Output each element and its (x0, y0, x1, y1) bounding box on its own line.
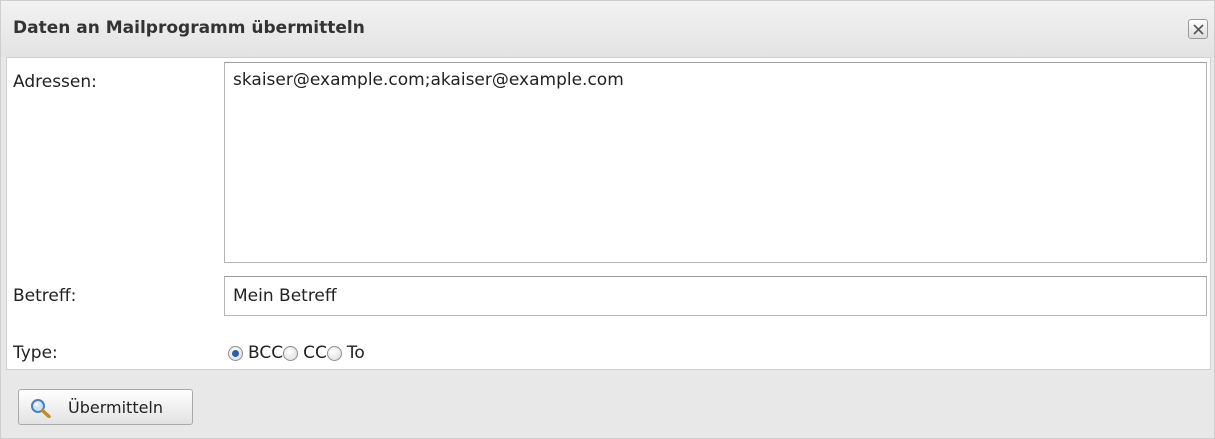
radio-cc[interactable]: CC (283, 343, 327, 363)
submit-button[interactable]: Übermitteln (18, 389, 193, 425)
magnifier-icon (30, 398, 52, 422)
addresses-label: Adressen: (13, 72, 97, 92)
type-label: Type: (13, 343, 58, 363)
radio-cc-label: CC (303, 343, 327, 363)
radio-to-circle[interactable] (326, 345, 342, 361)
type-radio-group: BCC CC To (228, 342, 365, 364)
dialog-titlebar[interactable]: Daten an Mailprogramm übermitteln (1, 1, 1214, 57)
radio-bcc-label: BCC (248, 343, 284, 363)
submit-button-label: Übermitteln (68, 398, 164, 417)
addresses-textarea[interactable]: skaiser@example.com;akaiser@example.com (224, 62, 1207, 263)
subject-label: Betreff: (13, 286, 77, 306)
radio-to[interactable]: To (326, 343, 365, 363)
dialog-title: Daten an Mailprogramm übermitteln (13, 18, 365, 38)
radio-to-label: To (346, 343, 365, 363)
mail-dialog: Daten an Mailprogramm übermitteln Adress… (0, 0, 1215, 439)
form-panel: Adressen: skaiser@example.com;akaiser@ex… (6, 57, 1211, 370)
radio-bcc-circle[interactable] (228, 345, 243, 361)
close-button[interactable] (1188, 19, 1208, 39)
close-icon (1193, 24, 1204, 35)
radio-cc-circle[interactable] (283, 345, 299, 361)
subject-input[interactable] (224, 276, 1207, 316)
radio-bcc[interactable]: BCC (228, 343, 283, 363)
